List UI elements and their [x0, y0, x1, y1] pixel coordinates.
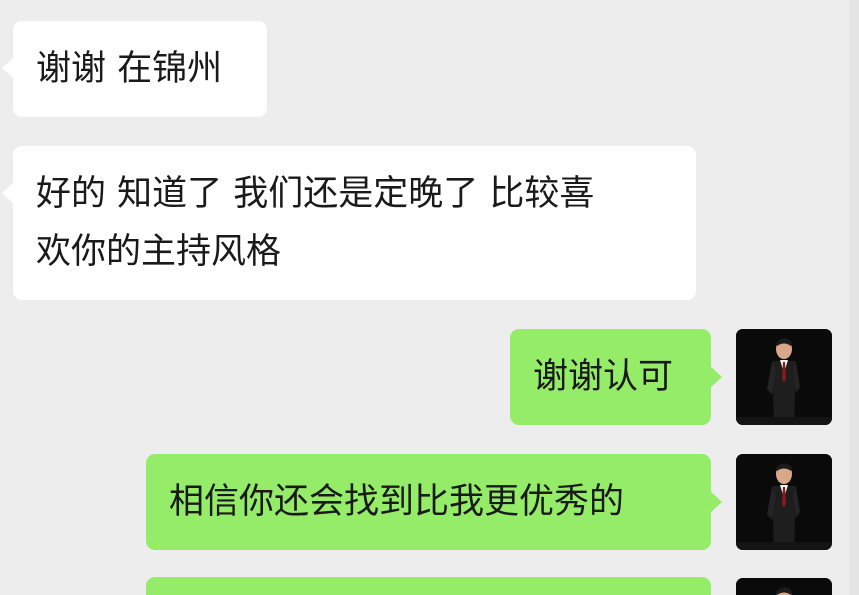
scrollbar[interactable] — [849, 0, 859, 595]
avatar-man-in-suit-icon[interactable] — [736, 578, 832, 595]
avatar-man-in-suit-icon[interactable] — [736, 329, 832, 425]
message-text: 相信你还会找到比我更优秀的 — [169, 482, 625, 522]
outgoing-message-bubble[interactable]: 谢谢认可 — [510, 329, 722, 425]
incoming-message-bubble[interactable]: 谢谢 在锦州 — [2, 21, 267, 117]
bubble-tail — [2, 182, 14, 204]
incoming-message-bubble[interactable]: 好的 知道了 我们还是定晚了 比较喜 欢你的主持风格 — [2, 146, 696, 300]
outgoing-message-bubble[interactable] — [146, 577, 711, 595]
message-text-line: 欢你的主持风格 — [36, 232, 282, 272]
message-text-line: 好的 知道了 我们还是定晚了 比较喜 — [36, 174, 595, 214]
bubble-tail — [710, 491, 722, 513]
message-text: 谢谢认可 — [533, 357, 674, 397]
message-text: 谢谢 在锦州 — [36, 49, 223, 89]
avatar-man-in-suit-icon[interactable] — [736, 454, 832, 550]
bubble-tail — [2, 57, 14, 79]
outgoing-message-bubble[interactable]: 相信你还会找到比我更优秀的 — [146, 454, 722, 550]
bubble-tail — [710, 366, 722, 388]
